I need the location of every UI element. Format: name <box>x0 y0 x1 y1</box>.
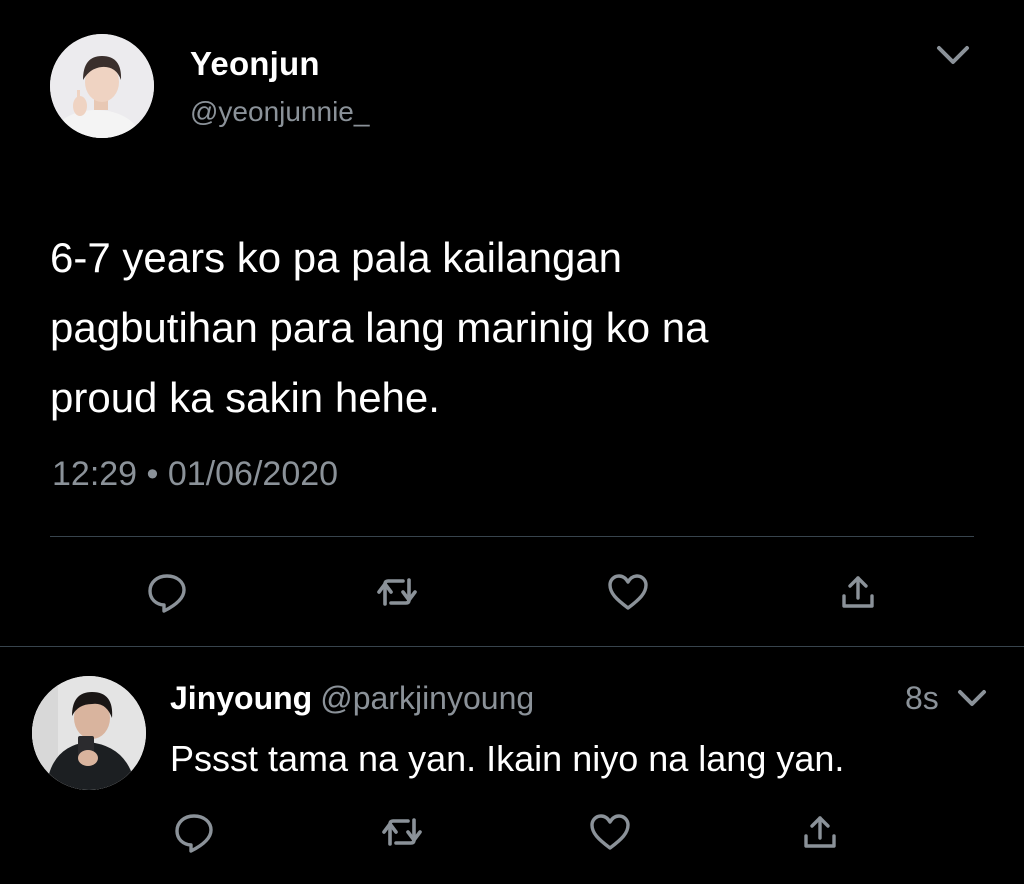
heart-icon[interactable] <box>606 570 650 614</box>
heart-icon[interactable] <box>588 810 632 854</box>
chevron-down-icon[interactable] <box>933 40 973 70</box>
retweet-icon[interactable] <box>380 810 424 854</box>
divider <box>50 536 974 537</box>
display-name[interactable]: Yeonjun <box>190 45 320 83</box>
divider <box>0 646 1024 647</box>
tweet-time-ago[interactable]: 8s <box>905 680 939 717</box>
reply-icon[interactable] <box>172 810 216 854</box>
retweet-icon[interactable] <box>375 570 419 614</box>
user-handle[interactable]: @parkjinyoung <box>320 680 534 716</box>
chevron-down-icon[interactable] <box>956 685 988 711</box>
user-handle[interactable]: @yeonjunnie_ <box>190 96 369 128</box>
reply-header: Jinyoung @parkjinyoung <box>170 680 534 717</box>
tweet-text: 6-7 years ko pa pala kailangan pagbutiha… <box>50 234 709 421</box>
display-name[interactable]: Jinyoung <box>170 680 312 716</box>
reply-icon[interactable] <box>145 570 189 614</box>
share-icon[interactable] <box>798 810 842 854</box>
profile-photo <box>32 676 146 790</box>
avatar[interactable] <box>50 34 154 138</box>
tweet-timestamp[interactable]: 12:29 • 01/06/2020 <box>52 455 338 494</box>
avatar[interactable] <box>32 676 146 790</box>
profile-photo <box>50 34 154 138</box>
tweet-text: Pssst tama na yan. Ikain niyo na lang ya… <box>170 738 845 779</box>
share-icon[interactable] <box>836 570 880 614</box>
